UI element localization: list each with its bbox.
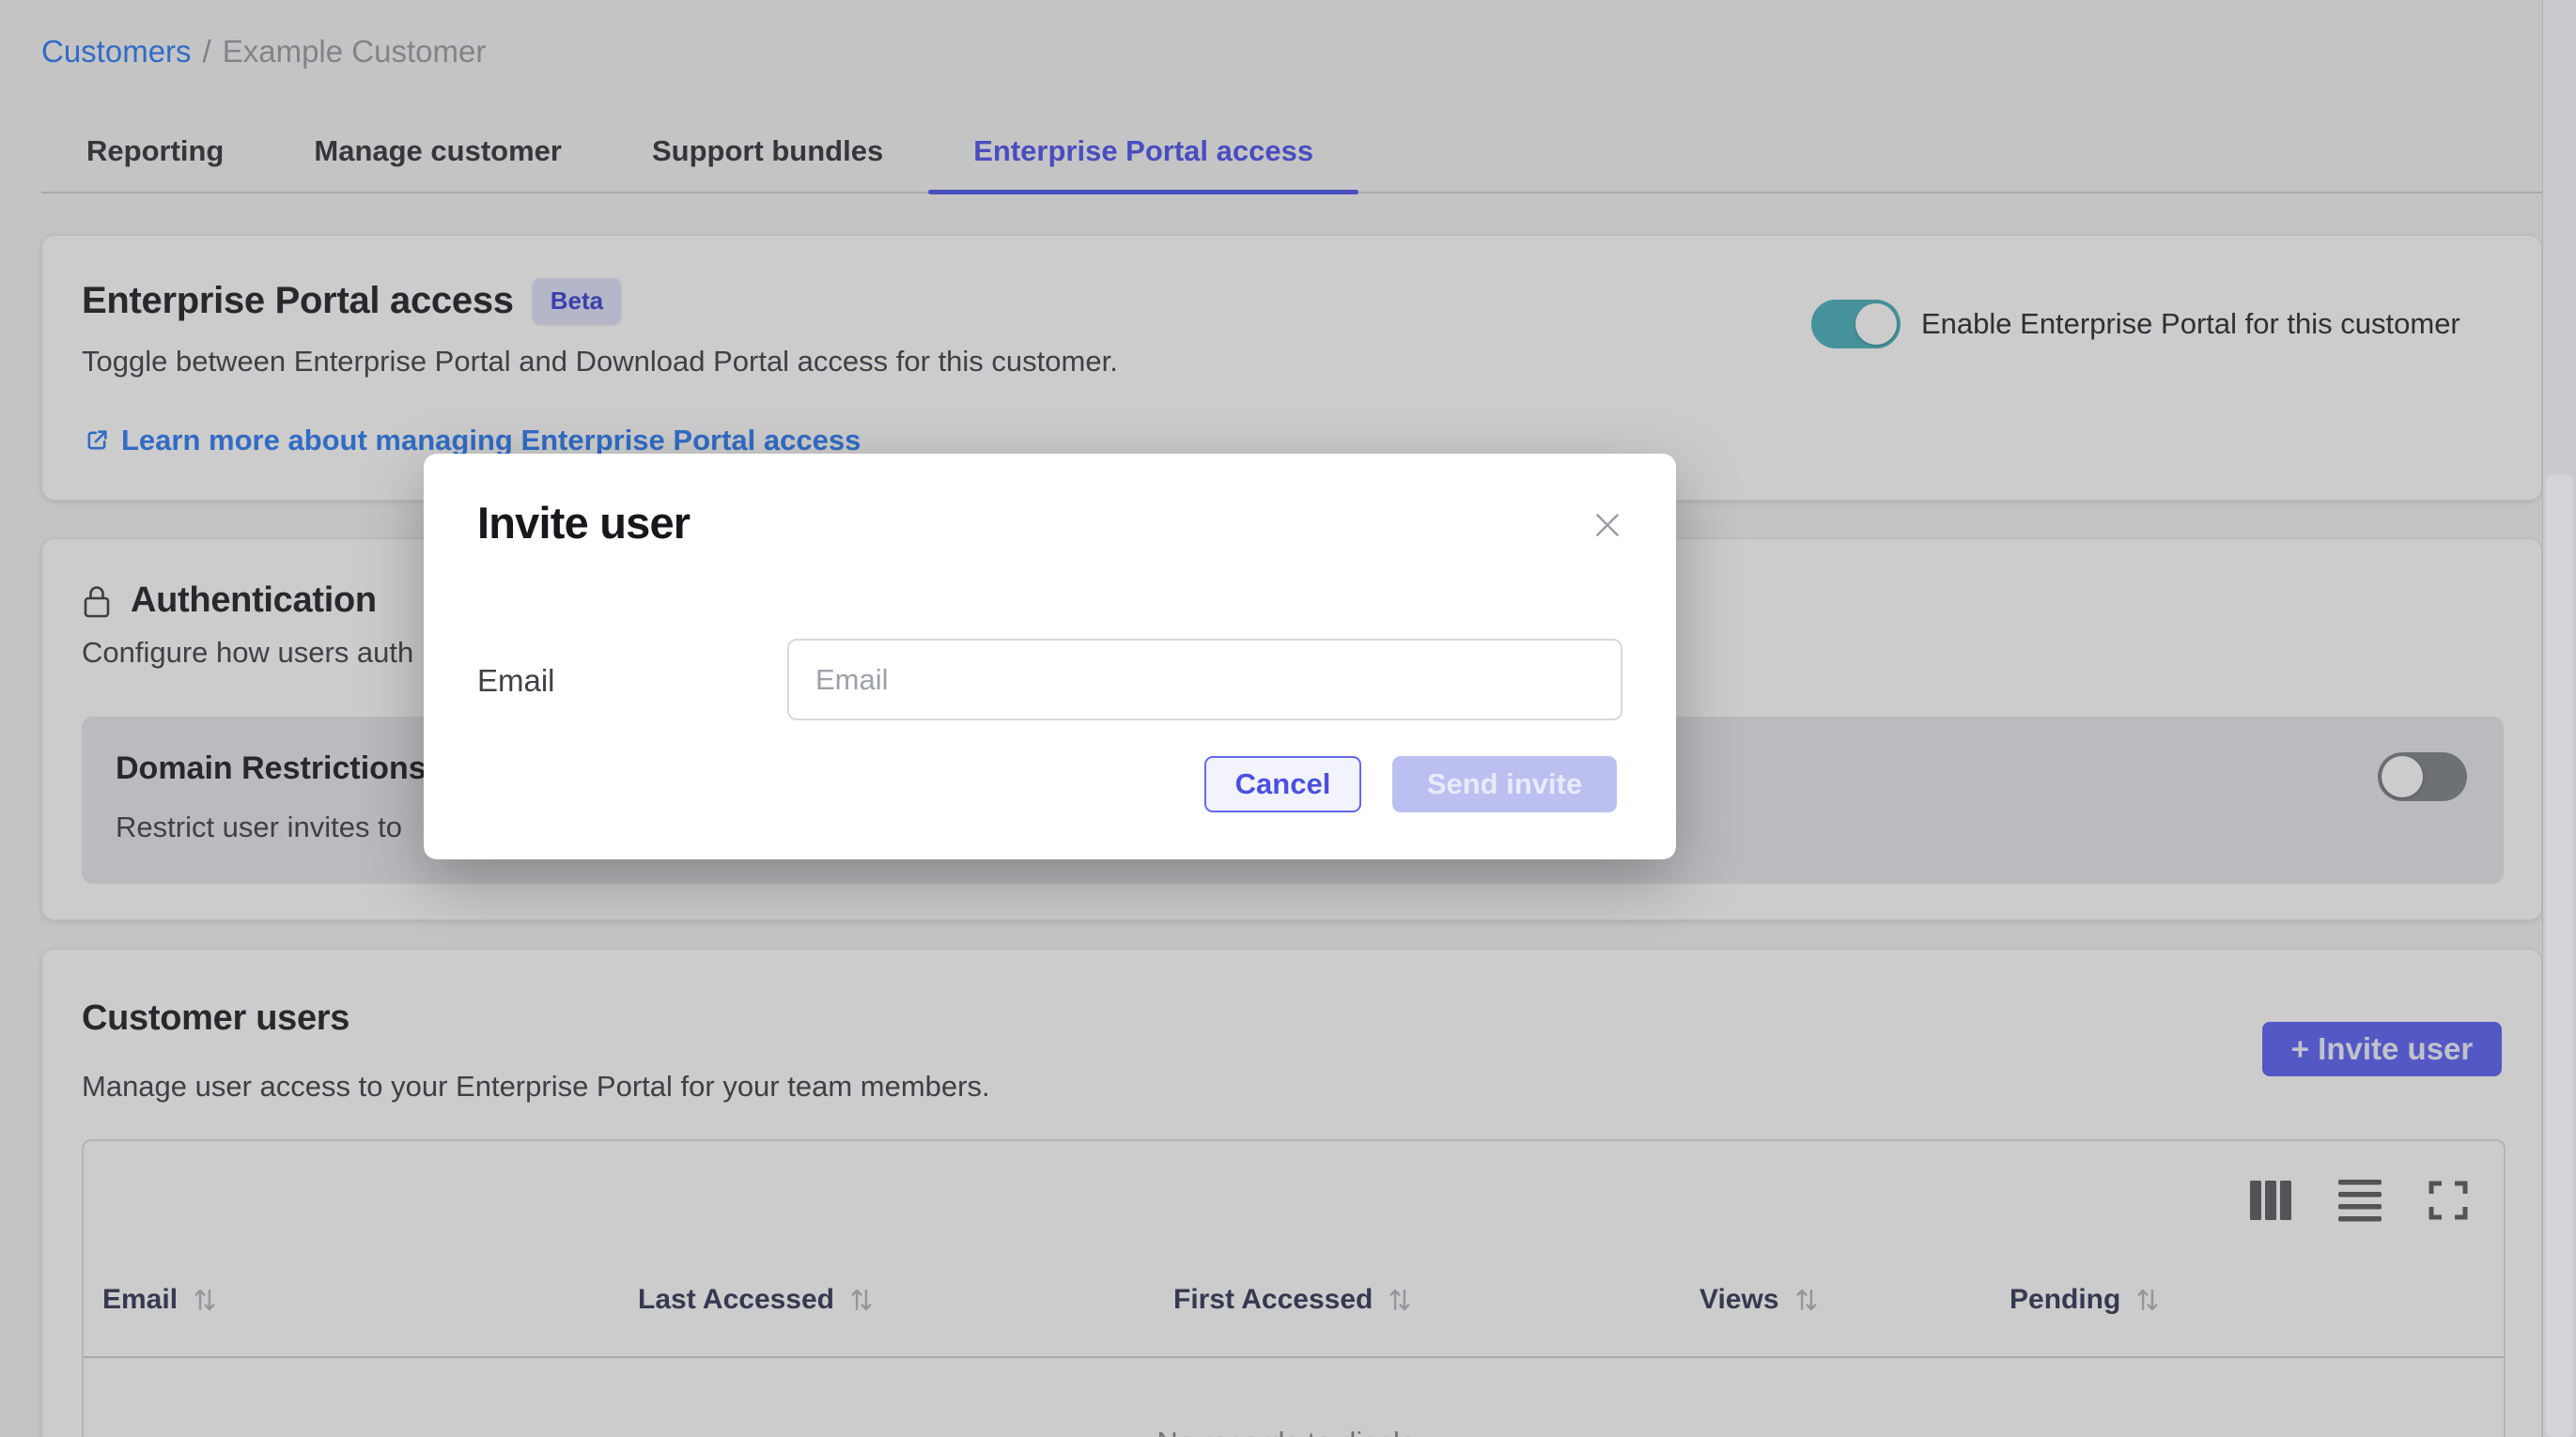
modal-title: Invite user (477, 497, 690, 549)
page: Customers/Example Customer Reporting Man… (0, 0, 2576, 1437)
cancel-button[interactable]: Cancel (1204, 756, 1361, 812)
email-field[interactable] (787, 639, 1622, 720)
close-icon[interactable] (1583, 501, 1632, 549)
email-label: Email (477, 663, 555, 699)
send-invite-button[interactable]: Send invite (1392, 756, 1617, 812)
vertical-scrollbar[interactable] (2542, 0, 2576, 1437)
scrollbar-thumb[interactable] (2546, 474, 2573, 1437)
invite-user-modal: Invite user Email Cancel Send invite (424, 454, 1676, 859)
